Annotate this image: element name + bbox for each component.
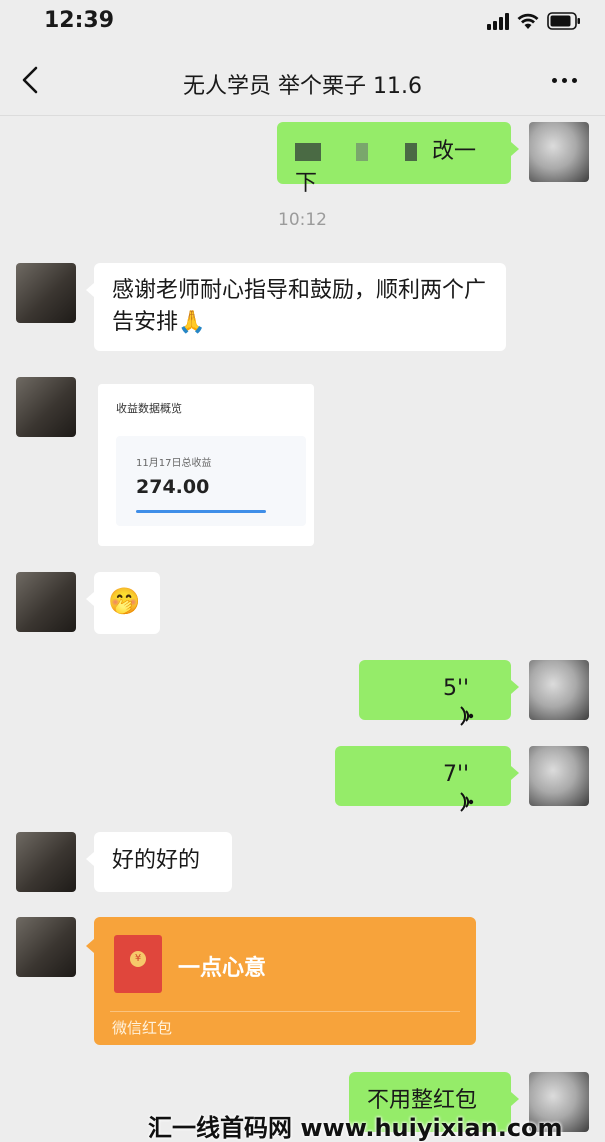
blurred-text (405, 143, 417, 161)
more-options-icon[interactable] (552, 78, 577, 83)
voice-message[interactable]: 7'' (335, 746, 519, 812)
voice-wave-icon (457, 705, 475, 737)
blurred-text (295, 143, 321, 161)
contact-avatar[interactable] (16, 572, 76, 632)
voice-duration: 5'' (443, 676, 470, 701)
time-separator: 10:12 (278, 210, 327, 230)
voice-wave-icon (457, 791, 475, 823)
message-text: 改一下 (295, 139, 477, 196)
red-packet-divider (110, 1011, 460, 1012)
voice-message[interactable]: 5'' (359, 660, 519, 726)
wifi-icon (517, 12, 539, 30)
message-text: 感谢老师耐心指导和鼓励，顺利两个广告安排🙏 (112, 278, 487, 335)
message-bubble-incoming[interactable]: 🤭 (86, 572, 160, 634)
message-bubble-outgoing[interactable]: 改一下 (277, 122, 519, 196)
earnings-card: 11月17日总收益 274.00 (116, 436, 306, 526)
earnings-amount: 274.00 (136, 476, 210, 498)
battery-icon (547, 12, 581, 30)
contact-avatar[interactable] (16, 263, 76, 323)
status-time: 12:39 (44, 8, 115, 33)
voice-duration: 7'' (443, 762, 470, 787)
earnings-label: 11月17日总收益 (136, 458, 212, 469)
my-avatar[interactable] (529, 122, 589, 182)
chat-title: 无人学员 举个栗子 11.6 (183, 74, 422, 99)
emoji-text: 🤭 (108, 587, 141, 617)
earnings-bar (136, 510, 266, 513)
status-bar: 12:39 (0, 0, 605, 44)
contact-avatar[interactable] (16, 377, 76, 437)
chat-header: 无人学员 举个栗子 11.6 (0, 44, 605, 116)
contact-avatar[interactable] (16, 832, 76, 892)
message-bubble-incoming[interactable]: 感谢老师耐心指导和鼓励，顺利两个广告安排🙏 (86, 263, 506, 351)
red-packet-title: 一点心意 (178, 956, 267, 981)
red-packet-message[interactable]: 一点心意 微信红包 (86, 917, 476, 1045)
message-bubble-incoming[interactable]: 好的好的 (86, 832, 232, 892)
chat-messages[interactable]: 改一下 10:12 感谢老师耐心指导和鼓励，顺利两个广告安排🙏 收益数据概览 1… (0, 117, 605, 1142)
red-packet-label: 微信红包 (112, 1019, 173, 1037)
site-watermark: 汇一线首码网 www.huiyixian.com (148, 1114, 563, 1142)
red-packet-icon (114, 935, 162, 993)
my-avatar[interactable] (529, 660, 589, 720)
cellular-signal-icon (487, 12, 509, 30)
my-avatar[interactable] (529, 746, 589, 806)
image-title: 收益数据概览 (116, 402, 182, 415)
contact-avatar[interactable] (16, 917, 76, 977)
image-message[interactable]: 收益数据概览 11月17日总收益 274.00 (98, 384, 314, 546)
message-text: 好的好的 (112, 848, 201, 873)
status-icons (487, 12, 581, 30)
blurred-text (356, 143, 368, 161)
